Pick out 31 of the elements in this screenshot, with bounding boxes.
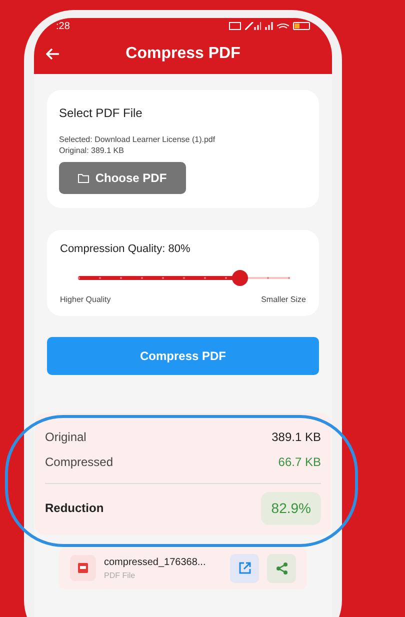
card-title: Select PDF File — [59, 105, 144, 122]
reduction-label: Reduction — [45, 500, 104, 517]
battery-icon — [293, 22, 310, 30]
max-label: Smaller Size — [261, 294, 306, 306]
signal-icon — [245, 22, 261, 30]
reduction-badge: 82.9% — [261, 492, 321, 524]
screen-title: Compress PDF — [124, 44, 242, 64]
compress-pdf-button[interactable]: Compress PDF — [47, 336, 319, 374]
quality-slider[interactable] — [78, 270, 288, 286]
output-file-type: PDF File — [104, 570, 136, 582]
share-button[interactable] — [267, 554, 296, 582]
status-time: :28 — [56, 20, 70, 34]
share-icon — [276, 562, 288, 574]
original-size-text: Original: 389.1 KB — [59, 145, 125, 156]
pdf-file-icon — [70, 555, 96, 581]
result-label: Compressed — [45, 454, 114, 471]
result-value: 66.7 KB — [278, 454, 321, 471]
wifi-icon — [277, 23, 289, 29]
choose-pdf-button[interactable]: Choose PDF — [59, 162, 186, 194]
quality-label: Compression Quality: 80% — [60, 242, 192, 257]
result-value: 389.1 KB — [272, 429, 321, 446]
selected-file-text: Selected: Download Learner License (1).pdf — [59, 134, 216, 145]
signal-icon — [265, 22, 273, 30]
result-label: Original — [45, 429, 86, 446]
output-file-row[interactable]: compressed_176368... PDF File — [59, 548, 307, 588]
open-external-button[interactable] — [230, 554, 259, 582]
min-label: Higher Quality — [60, 294, 111, 306]
back-arrow-icon[interactable] — [46, 48, 60, 60]
open-external-icon — [238, 562, 250, 574]
output-file-name: compressed_176368... — [104, 556, 207, 570]
folder-icon — [78, 174, 90, 182]
